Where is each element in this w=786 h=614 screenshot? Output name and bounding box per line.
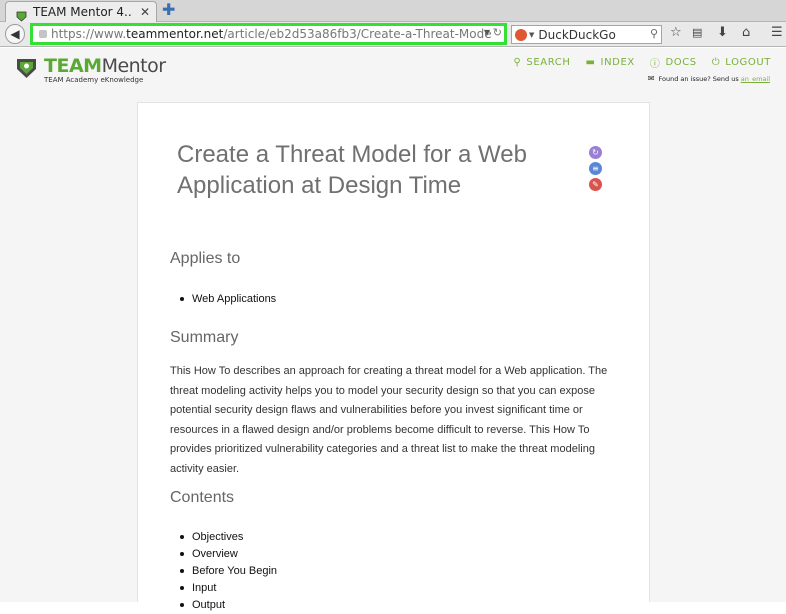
summary-paragraph: This How To describes an approach for cr… [170, 365, 608, 475]
page: TEAMMentor TEAM Academy eKnowledge ⚲ SEAR… [0, 48, 786, 611]
summary-heading: Summary [170, 329, 239, 346]
list-item: Web Applications [180, 291, 276, 308]
search-icon: ⚲ [513, 57, 522, 68]
issue-notice: ✉ Found an issue? Send us an_email [648, 74, 770, 83]
folder-icon: ▬ [585, 57, 596, 68]
list-item[interactable]: Input [180, 580, 277, 597]
menu-icon[interactable]: ☰ [771, 25, 783, 40]
contents-heading: Contents [170, 489, 235, 506]
info-icon: ⓘ [649, 59, 661, 70]
new-tab-icon[interactable]: ✚ [162, 2, 175, 18]
power-icon: ⏻ [711, 57, 721, 68]
applies-list: Web Applications [180, 291, 276, 308]
menu-search-label: SEARCH [526, 57, 571, 68]
list-item[interactable]: Output [180, 597, 277, 614]
download-icon[interactable]: ⬇ [717, 25, 728, 40]
menu-search-link[interactable]: ⚲ SEARCH [513, 55, 570, 70]
logo-mentor-text: Mentor [101, 55, 167, 77]
logo-team-text: TEAM [44, 55, 102, 77]
menu-logout-link[interactable]: ⏻ LOGOUT [712, 55, 771, 70]
back-arrow-icon: ◀ [10, 27, 20, 41]
list-item[interactable]: Overview [180, 546, 277, 563]
list-item[interactable]: Before You Begin [180, 563, 277, 580]
issue-email-link[interactable]: an_email [741, 75, 770, 83]
article-actions: ↻ ≡ ✎ [589, 146, 602, 191]
search-icon[interactable]: ⚲ [650, 27, 658, 40]
url-prefix: https://www. [51, 27, 127, 41]
article-card: Create a Threat Model for a Web Applicat… [137, 102, 650, 611]
url-text: https://www.teammentor.net/article/eb2d5… [51, 27, 491, 41]
menu-docs-link[interactable]: ⓘ DOCS [650, 55, 697, 70]
contents-list: Objectives Overview Before You Begin Inp… [180, 529, 277, 614]
back-button[interactable]: ◀ [5, 24, 25, 44]
teammentor-logo[interactable]: TEAMMentor TEAM Academy eKnowledge [15, 57, 166, 84]
teammentor-favicon-icon [16, 7, 27, 22]
duckduckgo-icon [515, 28, 527, 41]
feedback-icon[interactable]: ✎ [589, 178, 602, 191]
home-icon[interactable]: ⌂ [742, 25, 750, 40]
shield-logo-icon [15, 57, 38, 79]
navigation-bar: ◀ https://www.teammentor.net/article/eb2… [0, 22, 786, 47]
list-item[interactable]: Objectives [180, 529, 277, 546]
url-dropdown-icon[interactable]: ▼ [484, 28, 490, 37]
refresh-icon[interactable]: ↻ [589, 146, 602, 159]
reload-icon[interactable]: ↻ [493, 26, 502, 39]
browser-tab[interactable]: TEAM Mentor 4.... ✕ [5, 1, 157, 22]
logo-tagline: TEAM Academy eKnowledge [44, 76, 144, 84]
bookmark-star-icon[interactable]: ☆ [670, 25, 682, 40]
issue-text: Found an issue? Send us [658, 74, 739, 83]
reading-list-icon[interactable]: ▤ [692, 26, 702, 39]
top-menu: ⚲ SEARCH ▬ INDEX ⓘ DOCS ⏻ LOGOUT [513, 55, 771, 70]
article-title: Create a Threat Model for a Web Applicat… [177, 141, 527, 199]
envelope-icon: ✉ [647, 74, 655, 83]
url-bar[interactable]: https://www.teammentor.net/article/eb2d5… [30, 23, 507, 45]
menu-index-link[interactable]: ▬ INDEX [585, 55, 634, 70]
menu-index-label: INDEX [600, 57, 635, 68]
site-identity-icon [39, 30, 47, 38]
menu-docs-label: DOCS [665, 57, 697, 68]
url-path: /article/eb2d53a86fb3/Create-a-Threat-Mo… [223, 27, 491, 41]
url-host: teammentor.net [126, 27, 224, 41]
tab-title: TEAM Mentor 4.... [33, 5, 133, 19]
applies-heading: Applies to [170, 250, 241, 267]
tab-close-icon[interactable]: ✕ [140, 5, 150, 19]
search-placeholder: DuckDuckGo [538, 27, 616, 42]
list-icon[interactable]: ≡ [589, 162, 602, 175]
search-bar[interactable]: ▼ DuckDuckGo ⚲ [511, 25, 662, 44]
menu-logout-label: LOGOUT [725, 57, 771, 68]
search-engine-dropdown-icon[interactable]: ▼ [529, 31, 534, 39]
tab-bar: TEAM Mentor 4.... ✕ ✚ [0, 0, 786, 22]
